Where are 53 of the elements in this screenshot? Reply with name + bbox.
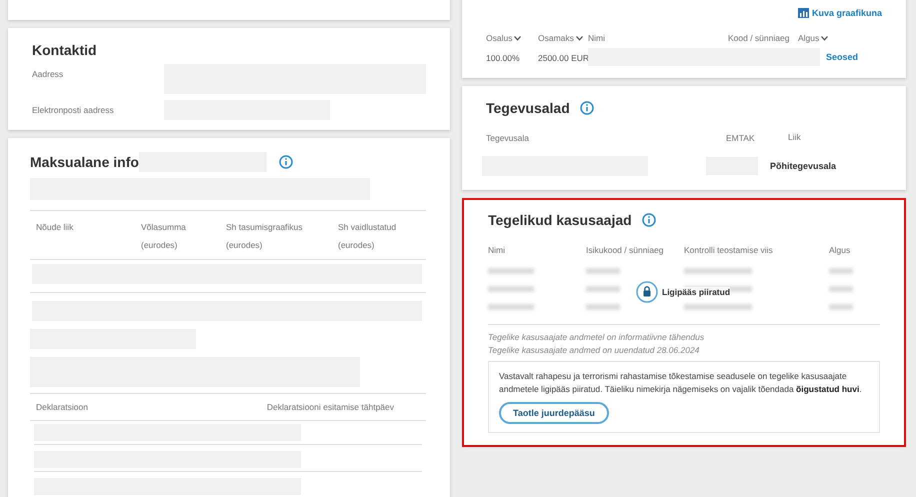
share-value: 100.00% — [486, 53, 520, 64]
info-icon[interactable] — [278, 155, 293, 169]
column-header[interactable]: Algus — [798, 32, 820, 44]
column-header: Sh vaidlustatud (eurodes) — [338, 222, 396, 250]
blurred-text — [829, 286, 853, 292]
column-header: Tegevusala — [486, 133, 530, 144]
info-icon[interactable] — [580, 101, 594, 116]
info-icon[interactable] — [642, 213, 656, 228]
column-header[interactable]: Osamaks — [538, 32, 574, 44]
field-label: Aadress — [32, 69, 64, 79]
column-header[interactable]: Osalus — [486, 32, 512, 44]
blurred-text — [586, 286, 620, 292]
section-title: Maksualane info — [30, 154, 139, 170]
info-note: Tegelike kasusaajate andmed on uuendatud 28.06.2024 — [488, 344, 700, 357]
blurred-text — [829, 304, 853, 310]
caret-icon — [821, 36, 828, 41]
column-header: Nimi — [588, 32, 605, 44]
notice-text: Vastavalt rahapesu ja terrorismi rahastamise tõkestamise seadusele on tegelike kasusaajate andmetele ligipääs piiratud. Täieliku nimekirja nägemiseks on vajalik tõendada õigustatud huvi. — [499, 370, 863, 396]
section-title: Tegelikud kasusaajad — [488, 212, 632, 228]
blurred-text — [488, 304, 534, 310]
column-header: Sh tasumisgraafikus (eurodes) — [226, 222, 303, 250]
blurred-text — [488, 268, 534, 274]
restricted-label: Ligipääs piiratud — [662, 287, 730, 298]
caret-icon — [514, 36, 522, 41]
blurred-text — [829, 268, 853, 274]
column-header: Kontrolli teostamise viis — [684, 245, 773, 256]
activity-kind: Põhitegevusala — [770, 161, 836, 172]
chart-link[interactable]: Kuva graafikuna — [798, 8, 882, 18]
column-header: Deklaratsiooni esitamise tähtpäev — [266, 401, 394, 414]
blurred-text — [488, 286, 534, 292]
column-header: Nimi — [488, 245, 505, 256]
info-note: Tegelike kasusaajate andmetel on informatiivne tähendus — [488, 331, 706, 344]
column-header: Võlasumma (eurodes) — [141, 222, 186, 250]
column-header: Deklaratsioon — [36, 401, 88, 414]
column-header: Liik — [788, 131, 801, 144]
contribution-value: 2500.00 EUR — [538, 53, 590, 64]
blurred-text — [586, 304, 620, 310]
section-title: Kontaktid — [32, 42, 98, 58]
field-label: Elektronposti aadress — [32, 105, 114, 115]
caret-icon — [576, 36, 583, 41]
blurred-text — [684, 304, 752, 310]
column-header: Nõude liik — [36, 222, 74, 232]
column-header: Kood / sünniaeg — [728, 32, 790, 44]
bar-chart-icon — [798, 8, 809, 18]
section-title: Tegevusalad — [486, 100, 570, 116]
column-header: Isikukood / sünniaeg — [586, 245, 664, 256]
request-access-button[interactable]: Taotle juurdepääsu — [499, 402, 609, 424]
column-header: Algus — [829, 245, 850, 256]
blurred-text — [684, 268, 752, 274]
lock-icon — [636, 281, 658, 304]
column-header: EMTAK — [726, 133, 755, 144]
blurred-text — [586, 268, 620, 274]
relations-link[interactable]: Seosed — [826, 52, 858, 62]
